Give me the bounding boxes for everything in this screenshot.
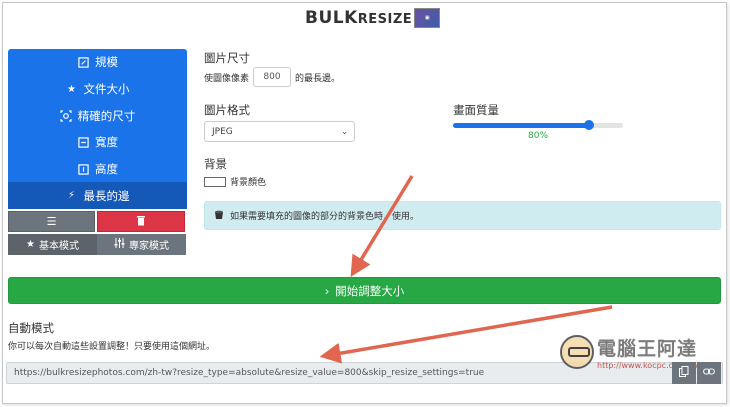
background-color-label: 背景顏色 bbox=[230, 178, 267, 188]
quality-slider-fill bbox=[453, 123, 589, 128]
image-format-select[interactable]: JPEG ⌄ bbox=[204, 121, 355, 142]
expert-mode-button[interactable]: 專家模式 bbox=[97, 234, 186, 256]
basic-mode-button[interactable]: ★ 基本模式 bbox=[8, 234, 97, 256]
longest-side-input[interactable]: 800 bbox=[253, 67, 292, 87]
nav-item-scale[interactable]: 規模 bbox=[8, 49, 187, 76]
auto-mode-description: 你可以每次自動這些設置調整！只要使用這個網址。 bbox=[8, 342, 216, 352]
quality-slider-thumb[interactable] bbox=[584, 120, 594, 130]
bucket-icon bbox=[214, 209, 224, 223]
nav-label: 文件大小 bbox=[83, 82, 130, 97]
nav-label: 規模 bbox=[95, 55, 118, 70]
star-icon: ★ bbox=[26, 239, 35, 251]
mode-toggle: ★ 基本模式 專家模式 bbox=[8, 234, 187, 256]
sliders-icon bbox=[114, 238, 125, 251]
nav-item-exact-size[interactable]: 精確的尺寸 bbox=[8, 102, 187, 129]
nav-item-width[interactable]: 寬度 bbox=[8, 129, 187, 156]
trash-icon bbox=[136, 215, 146, 229]
background-color-row: 背景顏色 bbox=[204, 175, 266, 188]
background-color-swatch[interactable] bbox=[204, 176, 226, 187]
basic-mode-label: 基本模式 bbox=[38, 241, 79, 253]
resize-mode-sidebar: 規模 ★ 文件大小 精確的尺寸 寬度 高度 ⚡ 最長的邊 ☰ ★ 基本模式 專家… bbox=[8, 49, 187, 256]
edit-square-icon bbox=[77, 56, 89, 68]
open-link-button[interactable] bbox=[697, 362, 721, 384]
mascot-face-icon bbox=[560, 335, 594, 369]
action-buttons-row: ☰ bbox=[8, 211, 187, 233]
nav-label: 精確的尺寸 bbox=[77, 108, 136, 123]
start-resize-label: 開始調整大小 bbox=[335, 283, 405, 298]
nav-item-longest-side[interactable]: ⚡ 最長的邊 bbox=[8, 182, 187, 210]
alert-text: 如果需要填充的圖像的部分的背景色時，使用。 bbox=[230, 212, 420, 222]
auto-mode-url-text: https://bulkresizephotos.com/zh-tw?resiz… bbox=[14, 368, 485, 378]
logo-photos-icon: ▣ bbox=[414, 8, 441, 28]
copy-icon bbox=[679, 366, 689, 380]
delete-button[interactable] bbox=[97, 211, 185, 233]
nav-label: 高度 bbox=[95, 162, 118, 177]
width-box-icon bbox=[77, 136, 89, 148]
list-button[interactable]: ☰ bbox=[8, 211, 95, 233]
image-format-title: 圖片格式 bbox=[204, 103, 250, 117]
auto-mode-title: 自動模式 bbox=[8, 321, 54, 335]
expert-mode-label: 專家模式 bbox=[129, 241, 169, 253]
bulk-resize-logo[interactable]: BULKRESIZE ▣ bbox=[305, 6, 441, 30]
watermark-title: 電腦王阿達 bbox=[597, 338, 698, 360]
image-size-title: 圖片尺寸 bbox=[204, 51, 250, 65]
start-resize-button[interactable]: › 開始調整大小 bbox=[8, 277, 721, 304]
background-title: 背景 bbox=[204, 157, 227, 171]
chevron-right-icon: › bbox=[324, 283, 330, 298]
nav-label: 最長的邊 bbox=[83, 188, 130, 203]
nav-item-file-size[interactable]: ★ 文件大小 bbox=[8, 76, 187, 103]
image-size-prefix: 使圖像像素 bbox=[204, 73, 250, 84]
bolt-icon: ⚡ bbox=[67, 190, 76, 202]
star-icon: ★ bbox=[67, 83, 76, 95]
resize-mode-nav: 規模 ★ 文件大小 精確的尺寸 寬度 高度 ⚡ 最長的邊 bbox=[8, 49, 187, 210]
logo-text: BULKRESIZE bbox=[305, 8, 413, 28]
image-format-value: JPEG bbox=[212, 126, 233, 137]
copy-url-button[interactable] bbox=[672, 362, 696, 384]
chevron-down-icon: ⌄ bbox=[341, 127, 348, 136]
height-box-icon bbox=[77, 163, 89, 175]
info-alert: 如果需要填充的圖像的部分的背景色時，使用。 bbox=[204, 201, 721, 230]
list-icon: ☰ bbox=[46, 215, 57, 229]
image-size-row: 使圖像像素 800 的最長邊。 bbox=[204, 67, 340, 87]
image-size-suffix: 的最長邊。 bbox=[295, 73, 341, 84]
quality-title: 畫面質量 bbox=[453, 103, 499, 117]
nav-item-height[interactable]: 高度 bbox=[8, 156, 187, 183]
crosshair-icon bbox=[60, 110, 72, 122]
link-icon bbox=[703, 367, 715, 379]
quality-slider[interactable] bbox=[453, 120, 623, 130]
quality-value: 80% bbox=[528, 131, 549, 141]
nav-label: 寬度 bbox=[95, 135, 118, 150]
